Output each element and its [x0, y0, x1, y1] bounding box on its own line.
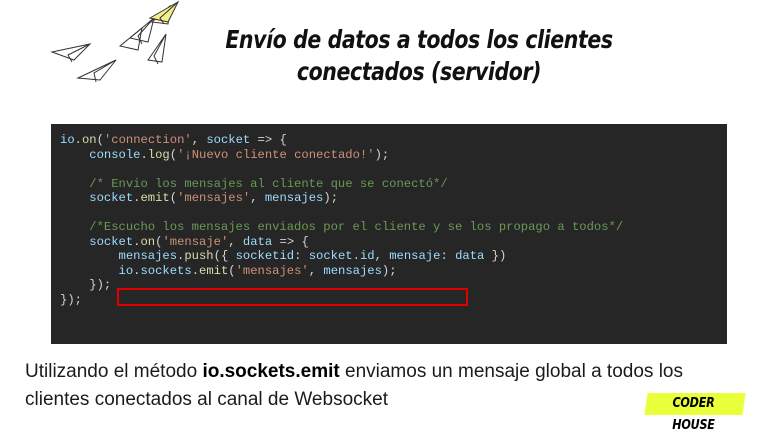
code-token: : — [294, 249, 309, 263]
code-token: io — [60, 133, 75, 147]
code-token: => { — [250, 133, 287, 147]
code-token: /*Escucho los mensajes enviados por el c… — [89, 220, 624, 234]
code-token: , — [308, 263, 324, 278]
code-token: => { — [272, 234, 309, 249]
caption-bold-term: io.sockets.emit — [202, 361, 340, 382]
code-token: socket — [89, 234, 134, 249]
code-token: 'mensajes' — [177, 191, 251, 205]
code-token: mensajes — [264, 191, 324, 205]
code-token: console — [89, 147, 141, 162]
code-token: data — [242, 234, 273, 249]
code-token: , — [228, 234, 243, 249]
coderhouse-logo: CODER HOUSE — [644, 393, 746, 433]
code-token: '¡Nuevo cliente conectado!' — [177, 147, 375, 162]
code-token: , — [374, 249, 390, 263]
code-token: socket — [206, 133, 251, 147]
code-line: /*Escucho los mensajes enviados por el c… — [60, 220, 727, 235]
code-token: log — [147, 147, 170, 162]
slide-title: Envío de datos a todos los clientes cone… — [198, 24, 639, 88]
code-token: 'connection' — [103, 133, 192, 147]
code-token: emit — [140, 191, 170, 205]
code-token: }) — [484, 249, 507, 263]
code-token: /* Envio los mensajes al cliente que se … — [89, 176, 448, 191]
code-token: io — [118, 263, 134, 278]
code-token: ({ — [213, 249, 236, 263]
slide-title-line2: conectados (servidor) — [296, 57, 542, 86]
slide-caption: Utilizando el método io.sockets.emit env… — [25, 358, 745, 414]
code-token: mensajes — [323, 263, 382, 278]
code-token: . — [352, 249, 360, 263]
code-token: data — [455, 249, 485, 263]
code-token: mensaje — [389, 249, 441, 263]
code-token: }); — [60, 292, 82, 307]
code-line: io.sockets.emit('mensajes', mensajes); — [60, 264, 727, 279]
code-token: 'mensaje' — [162, 234, 229, 249]
caption-prefix: Utilizando el método — [25, 361, 203, 382]
code-token: ); — [323, 191, 339, 205]
paper-planes-illustration — [50, 0, 180, 83]
code-token: }); — [60, 278, 112, 292]
slide-title-line1: Envío de datos a todos los clientes — [225, 25, 613, 54]
code-token: emit — [199, 263, 229, 278]
code-token: ( — [169, 147, 178, 162]
code-token: . — [191, 263, 200, 278]
code-line: console.log('¡Nuevo cliente conectado!')… — [60, 148, 727, 163]
code-line: socket.on('mensaje', data => { — [60, 235, 727, 250]
code-token: ( — [96, 133, 104, 147]
code-token: : — [440, 249, 456, 263]
code-token: push — [184, 249, 214, 263]
code-token: socket — [308, 249, 353, 263]
code-token: 'mensajes' — [235, 263, 309, 278]
code-token: socket — [89, 191, 134, 205]
code-token: ( — [169, 191, 178, 205]
code-token: . — [140, 147, 148, 162]
code-token: id — [359, 249, 375, 263]
code-token: socketid — [235, 249, 295, 263]
logo-text: CODER HOUSE — [672, 396, 715, 433]
highlight-box — [117, 288, 468, 306]
code-token: , — [191, 133, 207, 147]
code-token: on — [81, 133, 97, 147]
code-token: ); — [381, 263, 397, 278]
code-text: io.on('connection', socket => { console.… — [60, 133, 727, 307]
code-token: sockets — [140, 263, 192, 278]
code-block: io.on('connection', socket => { console.… — [51, 124, 727, 344]
code-token: ( — [228, 263, 236, 278]
code-line: io.on('connection', socket => { — [60, 133, 727, 148]
code-token: on — [140, 234, 156, 249]
code-line: socket.emit('mensajes', mensajes); — [60, 191, 727, 206]
code-line: /* Envio los mensajes al cliente que se … — [60, 177, 727, 192]
code-token: , — [250, 191, 265, 205]
code-token: mensajes — [118, 249, 178, 263]
code-token: ); — [374, 147, 390, 162]
code-line: mensajes.push({ socketid: socket.id, men… — [60, 249, 727, 264]
code-token: . — [74, 133, 82, 147]
